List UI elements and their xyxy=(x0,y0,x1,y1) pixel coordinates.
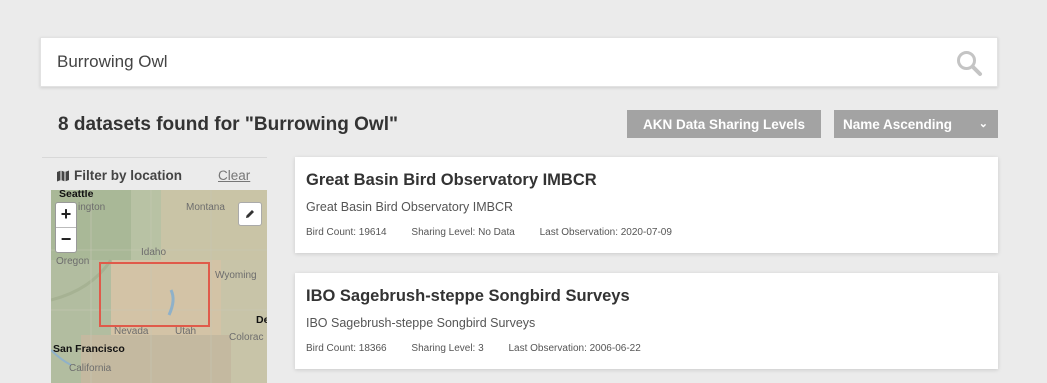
pencil-icon xyxy=(246,210,254,218)
map-label-seattle: Seattle xyxy=(59,190,94,200)
map-label-san-francisco: San Francisco xyxy=(53,343,125,355)
dataset-meta: Bird Count: 19614 Sharing Level: No Data… xyxy=(306,227,694,238)
sort-select[interactable]: Name Ascending ⌄ xyxy=(834,110,998,138)
location-filter-panel: Filter by location Clear Seattle ington … xyxy=(42,157,267,383)
map-label-oregon: Oregon xyxy=(56,256,90,267)
location-bounding-box[interactable] xyxy=(99,262,210,327)
sharing-level: Sharing Level: 3 xyxy=(411,343,484,354)
dataset-title[interactable]: IBO Sagebrush-steppe Songbird Surveys xyxy=(306,287,630,306)
dataset-title[interactable]: Great Basin Bird Observatory IMBCR xyxy=(306,171,597,190)
dataset-meta: Bird Count: 18366 Sharing Level: 3 Last … xyxy=(306,343,663,354)
map-label-denver: De xyxy=(256,314,267,326)
dataset-subtitle: Great Basin Bird Observatory IMBCR xyxy=(306,200,514,214)
filter-title-label: Filter by location xyxy=(74,168,183,183)
dataset-card[interactable]: Great Basin Bird Observatory IMBCR Great… xyxy=(295,157,998,253)
bird-count: Bird Count: 18366 xyxy=(306,343,387,354)
map-label-idaho: Idaho xyxy=(141,247,167,258)
dataset-subtitle: IBO Sagebrush-steppe Songbird Surveys xyxy=(306,316,536,330)
map-icon xyxy=(57,170,69,181)
zoom-in-button[interactable]: + xyxy=(56,203,76,228)
sort-select-label: Name Ascending xyxy=(843,116,953,132)
map-label-wyoming: Wyoming xyxy=(215,270,257,281)
search-icon[interactable] xyxy=(955,49,983,77)
sharing-level: Sharing Level: No Data xyxy=(411,227,515,238)
location-map[interactable]: Seattle ington Montana Idaho Oregon Wyom… xyxy=(51,190,267,383)
map-label-montana: Montana xyxy=(186,202,225,213)
draw-area-button[interactable] xyxy=(238,202,262,226)
results-count-title: 8 datasets found for "Burrowing Owl" xyxy=(58,114,398,135)
search-bar[interactable] xyxy=(40,37,998,87)
map-zoom-control: + − xyxy=(55,202,77,253)
chevron-down-icon: ⌄ xyxy=(978,118,988,130)
map-label-california: California xyxy=(69,363,112,374)
data-sharing-levels-button[interactable]: AKN Data Sharing Levels xyxy=(627,110,821,138)
last-observation: Last Observation: 2006-06-22 xyxy=(508,343,641,354)
dataset-card[interactable]: IBO Sagebrush-steppe Songbird Surveys IB… xyxy=(295,273,998,369)
filter-title: Filter by location xyxy=(56,168,182,183)
map-label-utah: Utah xyxy=(175,326,197,337)
search-input[interactable] xyxy=(57,38,937,86)
map-label-washington: ington xyxy=(78,202,106,213)
last-observation: Last Observation: 2020-07-09 xyxy=(539,227,672,238)
bird-count: Bird Count: 19614 xyxy=(306,227,387,238)
map-label-colorado: Colorac xyxy=(229,332,264,343)
zoom-out-button[interactable]: − xyxy=(56,228,76,252)
divider xyxy=(42,157,267,158)
clear-filter-link[interactable]: Clear xyxy=(218,168,250,183)
map-label-nevada: Nevada xyxy=(114,326,149,337)
